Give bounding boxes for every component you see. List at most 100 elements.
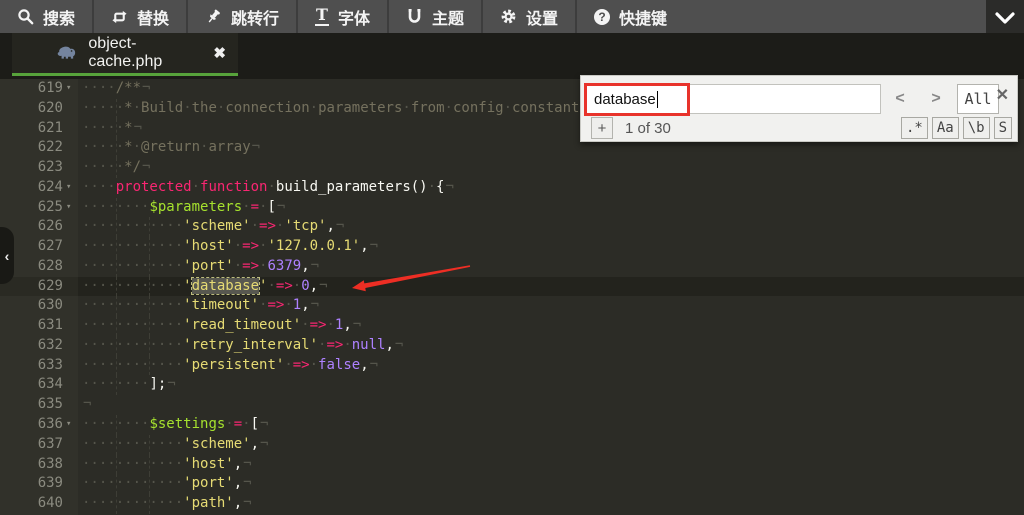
newline-glyph: ¬ (251, 139, 260, 155)
indent-guide (116, 375, 117, 395)
newline-glyph: ¬ (369, 238, 378, 254)
font-button[interactable]: T 字体 (298, 0, 389, 33)
line-number[interactable]: 630 (0, 296, 66, 316)
tab-filename: object-cache.php (88, 35, 201, 71)
newline-glyph: ¬ (310, 258, 319, 274)
code-line[interactable]: 630············'timeout'·=>·1,¬ (0, 296, 1024, 316)
whitespace-dots: ············ (82, 218, 183, 234)
line-number[interactable]: 634 (0, 375, 66, 395)
newline-glyph: ¬ (444, 179, 453, 195)
goto-line-button[interactable]: 跳转行 (188, 0, 298, 33)
code-line[interactable]: 635 ¬ (0, 395, 1024, 415)
code-line[interactable]: 634········];¬ (0, 375, 1024, 395)
whitespace-dots: · (293, 278, 301, 294)
line-number[interactable]: 632 (0, 336, 66, 356)
line-number[interactable]: 640 (0, 494, 66, 514)
whitespace-dots: · (251, 218, 259, 234)
code-line[interactable]: 631············'read_timeout'·=>·1,¬ (0, 316, 1024, 336)
fold-arrow-icon[interactable]: ▾ (66, 198, 78, 218)
whitespace-dots: · (284, 297, 292, 313)
newline-glyph: ¬ (166, 376, 175, 392)
line-number[interactable]: 631 (0, 316, 66, 336)
code-line[interactable]: 637············'scheme',¬ (0, 435, 1024, 455)
indent-guide (149, 494, 150, 514)
whitespace-dots: · (267, 179, 275, 195)
selection-toggle[interactable]: S (994, 117, 1012, 139)
fold-spacer (66, 277, 78, 297)
find-previous-button[interactable]: < (887, 86, 913, 112)
close-search-icon[interactable]: ✕ (992, 85, 1013, 105)
code-line[interactable]: 633············'persistent'·=>·false,¬ (0, 356, 1024, 376)
sidebar-toggle-handle[interactable]: ‹ (0, 227, 14, 284)
add-search-button[interactable]: + (591, 117, 613, 139)
indent-guide (116, 237, 117, 257)
code-line[interactable]: 640············'path',¬ (0, 494, 1024, 514)
indent-guide (116, 336, 117, 356)
line-number[interactable]: 622 (0, 138, 66, 158)
replace-button[interactable]: 替换 (94, 0, 188, 33)
line-number[interactable]: 638 (0, 455, 66, 475)
fold-arrow-icon[interactable]: ▾ (66, 178, 78, 198)
find-next-button[interactable]: > (923, 86, 949, 112)
line-number[interactable]: 633 (0, 356, 66, 376)
indent-guide (116, 494, 117, 514)
collapse-toolbar-button[interactable] (986, 0, 1024, 36)
line-number[interactable]: 635 (0, 395, 66, 415)
fold-spacer (66, 138, 78, 158)
line-number[interactable]: 636 (0, 415, 66, 435)
whitespace-dots: · (310, 357, 318, 373)
fold-spacer (66, 494, 78, 514)
whitespace-dots: · (343, 337, 351, 353)
line-number[interactable]: 619 (0, 79, 66, 99)
code-line[interactable]: 627············'host'·=>·'127.0.0.1',¬ (0, 237, 1024, 257)
newline-glyph: ¬ (335, 218, 344, 234)
code-line[interactable]: 636▾········$settings·=·[¬ (0, 415, 1024, 435)
whitespace-dots: ············ (82, 238, 183, 254)
whitespace-dots: ············ (82, 278, 183, 294)
code-line[interactable]: 628············'port'·=>·6379,¬ (0, 257, 1024, 277)
settings-button[interactable]: 设置 (483, 0, 577, 33)
code-line[interactable]: 639············'port',¬ (0, 474, 1024, 494)
search-input[interactable]: database (585, 84, 881, 114)
whitespace-dots: ····· (82, 139, 124, 155)
code-line[interactable]: 632············'retry_interval'·=>·null,… (0, 336, 1024, 356)
line-number[interactable]: 621 (0, 119, 66, 139)
indent-guide (149, 356, 150, 376)
whitespace-dots: ············ (82, 456, 183, 472)
search-button[interactable]: 搜索 (0, 0, 94, 33)
code-line[interactable]: 623·····*/¬ (0, 158, 1024, 178)
indent-guide (149, 296, 150, 316)
code-line[interactable]: 638············'host',¬ (0, 455, 1024, 475)
line-number[interactable]: 620 (0, 99, 66, 119)
theme-button[interactable]: 主题 (389, 0, 483, 33)
tab-object-cache-php[interactable]: object-cache.php ✖ (12, 33, 238, 76)
line-number[interactable]: 639 (0, 474, 66, 494)
code-line[interactable]: 626············'scheme'·=>·'tcp',¬ (0, 217, 1024, 237)
newline-glyph: ¬ (242, 475, 251, 491)
whitespace-dots: · (225, 416, 233, 432)
whitespace-dots: ············ (82, 258, 183, 274)
whitespace-dots: · (402, 100, 410, 116)
line-number[interactable]: 623 (0, 158, 66, 178)
whitespace-dots: · (133, 100, 141, 116)
newline-glyph: ¬ (82, 396, 91, 412)
code-line[interactable]: 625▾········$parameters·=·[¬ (0, 198, 1024, 218)
line-number[interactable]: 637 (0, 435, 66, 455)
tab-close-icon[interactable]: ✖ (213, 44, 226, 62)
shortcuts-button[interactable]: ? 快捷键 (577, 0, 684, 33)
code-line[interactable]: 624▾····protected·function·build_paramet… (0, 178, 1024, 198)
fold-arrow-icon[interactable]: ▾ (66, 79, 78, 99)
toolbar-label: 搜索 (43, 5, 75, 29)
whitespace-dots: · (242, 416, 250, 432)
line-number[interactable]: 624 (0, 178, 66, 198)
indent-guide (116, 435, 117, 455)
line-number[interactable]: 625 (0, 198, 66, 218)
fold-arrow-icon[interactable]: ▾ (66, 415, 78, 435)
indent-guide (116, 217, 117, 237)
code-editor[interactable]: 619▾····/**¬620·····*·Build·the·connecti… (0, 79, 1024, 515)
case-sensitive-toggle[interactable]: Aa (932, 117, 959, 139)
indent-guide (149, 217, 150, 237)
code-line[interactable]: 629············'database'·=>·0,¬ (0, 277, 1024, 297)
regex-toggle[interactable]: .* (901, 117, 928, 139)
whole-word-toggle[interactable]: \b (963, 117, 990, 139)
